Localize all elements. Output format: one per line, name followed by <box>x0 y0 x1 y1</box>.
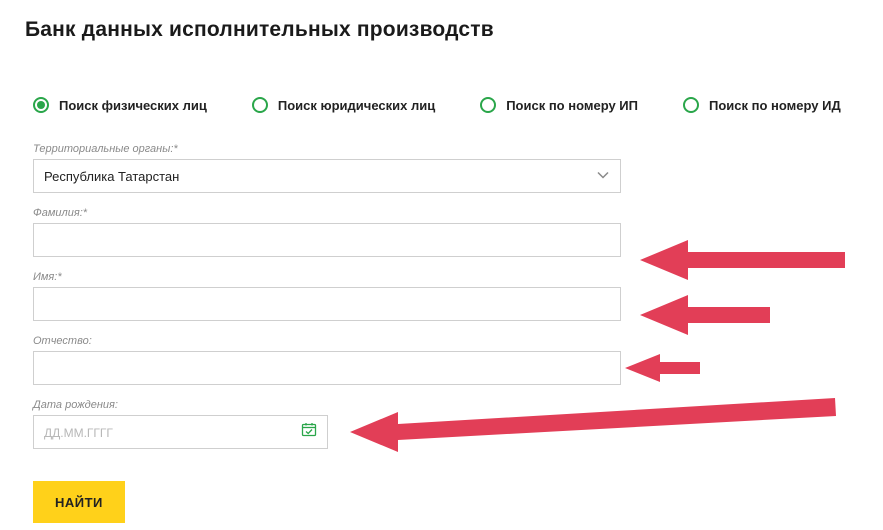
last-name-field: Фамилия:* <box>33 207 858 257</box>
radio-icon <box>33 97 49 113</box>
radio-icon <box>683 97 699 113</box>
first-name-label: Имя:* <box>33 271 858 283</box>
birth-date-input[interactable] <box>33 415 328 449</box>
tab-ip-number[interactable]: Поиск по номеру ИП <box>480 97 638 113</box>
territory-field: Территориальные органы:* Республика Тата… <box>33 143 858 193</box>
tab-id-number[interactable]: Поиск по номеру ИД <box>683 97 841 113</box>
radio-icon <box>480 97 496 113</box>
tab-label: Поиск юридических лиц <box>278 98 435 113</box>
first-name-input[interactable] <box>33 287 621 321</box>
chevron-down-icon <box>596 168 610 185</box>
tab-label: Поиск по номеру ИП <box>506 98 638 113</box>
first-name-field: Имя:* <box>33 271 858 321</box>
territory-value: Республика Татарстан <box>44 169 179 184</box>
territory-label: Территориальные органы:* <box>33 143 858 155</box>
tab-individuals[interactable]: Поиск физических лиц <box>33 97 207 113</box>
patronymic-input[interactable] <box>33 351 621 385</box>
search-type-tabs: Поиск физических лиц Поиск юридических л… <box>25 97 858 113</box>
last-name-input[interactable] <box>33 223 621 257</box>
search-button[interactable]: НАЙТИ <box>33 481 125 523</box>
last-name-label: Фамилия:* <box>33 207 858 219</box>
territory-select[interactable]: Республика Татарстан <box>33 159 621 193</box>
tab-label: Поиск физических лиц <box>59 98 207 113</box>
birth-date-field: Дата рождения: <box>33 399 858 449</box>
patronymic-label: Отчество: <box>33 335 858 347</box>
birth-date-label: Дата рождения: <box>33 399 858 411</box>
radio-icon <box>252 97 268 113</box>
patronymic-field: Отчество: <box>33 335 858 385</box>
page-title: Банк данных исполнительных производств <box>25 18 858 42</box>
tab-legal-entities[interactable]: Поиск юридических лиц <box>252 97 435 113</box>
search-form: Территориальные органы:* Республика Тата… <box>25 143 858 523</box>
tab-label: Поиск по номеру ИД <box>709 98 841 113</box>
